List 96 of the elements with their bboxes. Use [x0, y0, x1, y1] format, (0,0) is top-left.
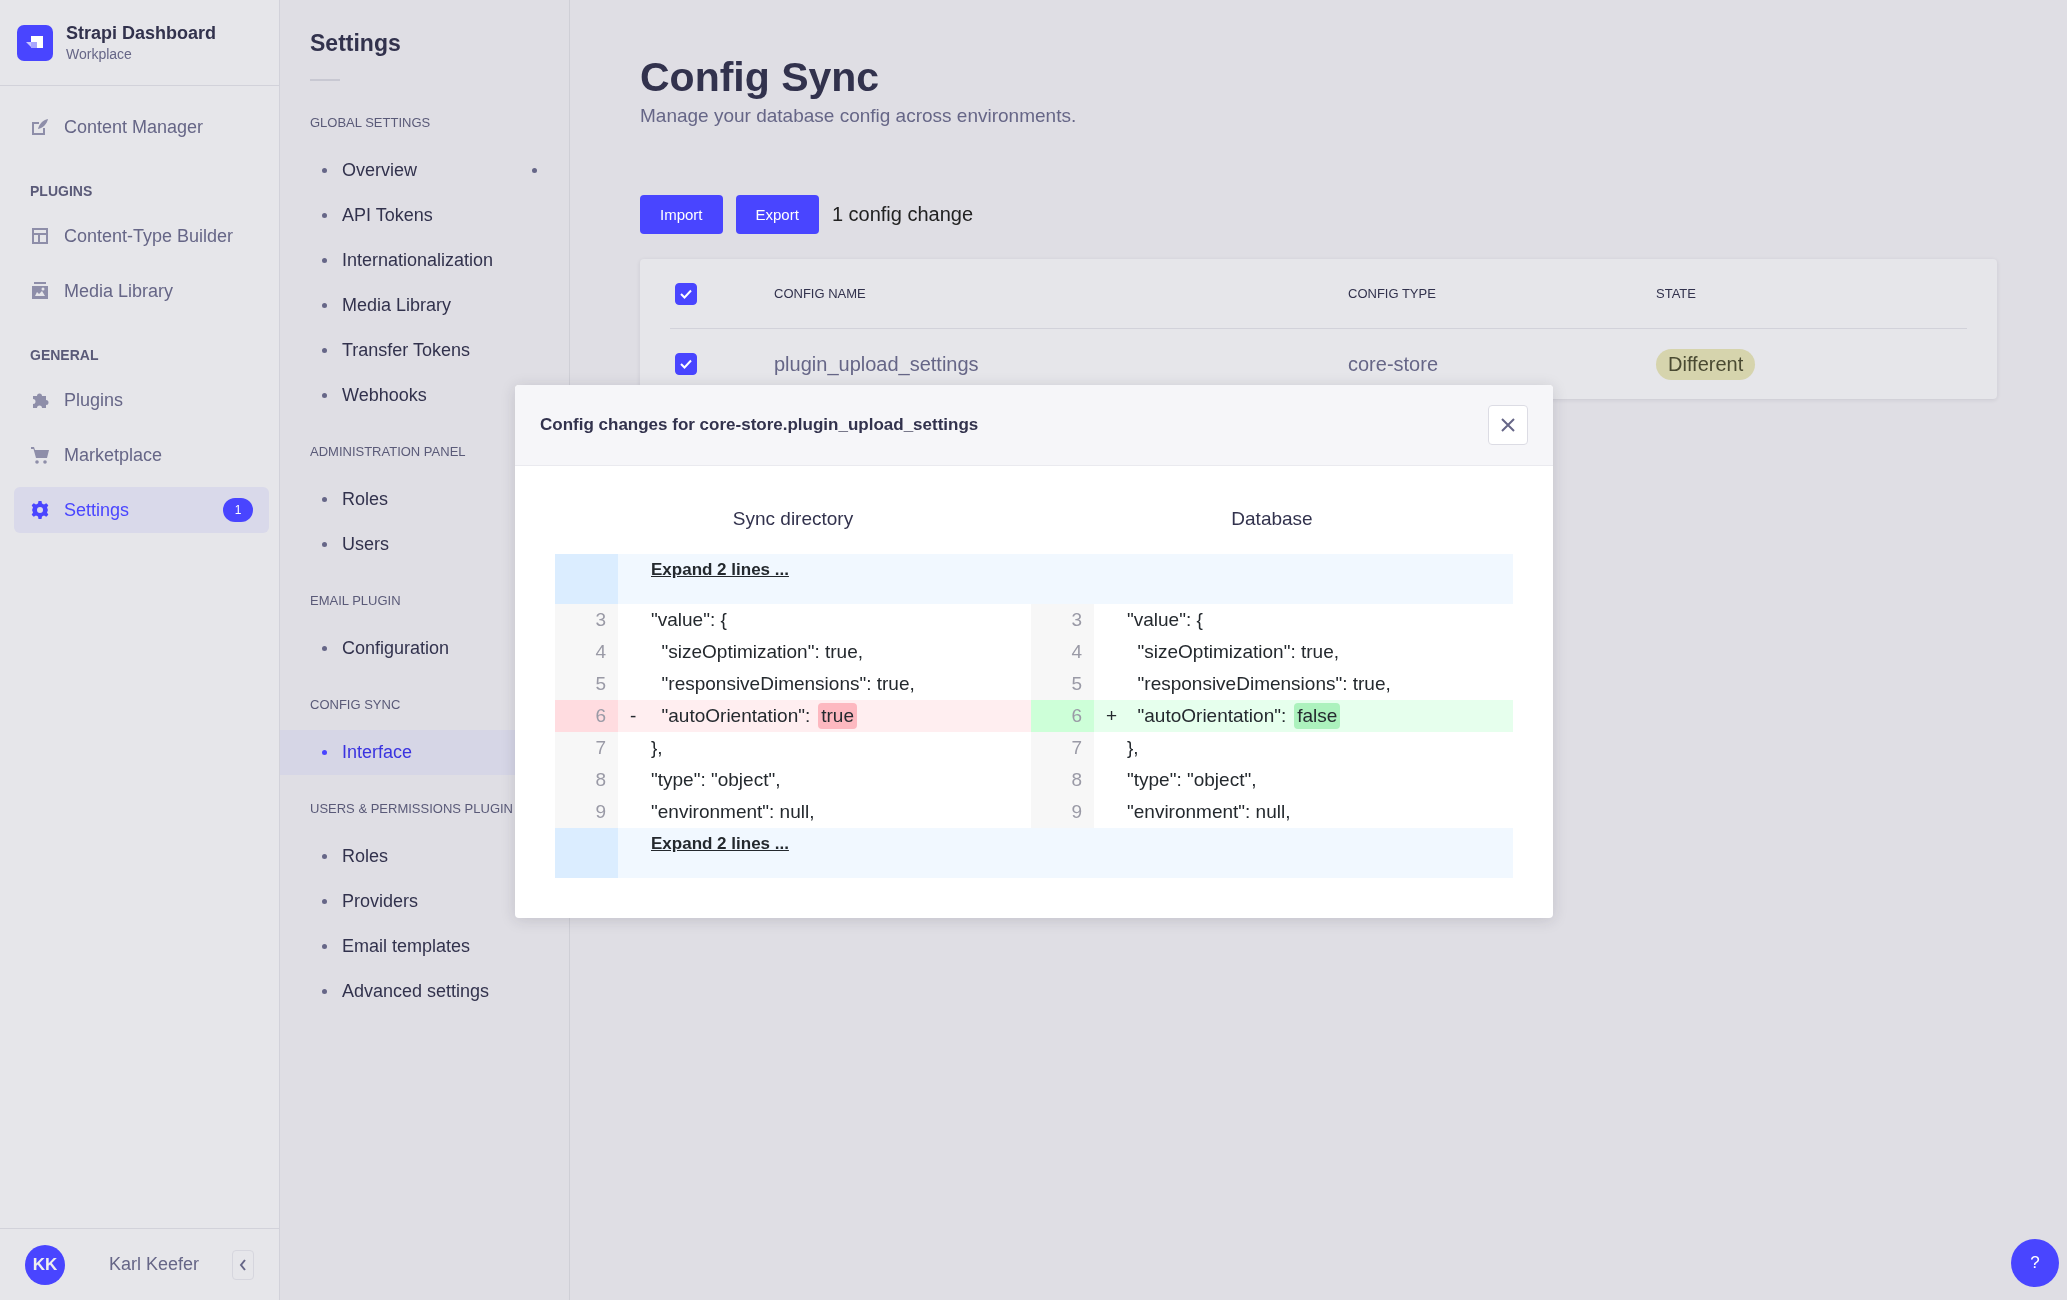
settings-section-title: CONFIG SYNC [310, 697, 401, 712]
close-button[interactable] [1488, 405, 1528, 445]
line-number: 8 [1031, 764, 1094, 796]
nav-section-title: PLUGINS [29, 182, 94, 201]
line-number: 9 [1031, 796, 1094, 828]
code-line: "value": { [651, 609, 727, 631]
workspace-name: Workplace [66, 46, 133, 62]
column-header: CONFIG TYPE [1348, 286, 1436, 301]
code-line: "autoOrientation": [1136, 705, 1287, 727]
row-checkbox[interactable] [675, 353, 697, 375]
changed-value: false [1294, 703, 1341, 729]
export-button[interactable]: Export [735, 195, 819, 234]
code-line: "environment": null, [1127, 801, 1291, 823]
state-tag: Different [1656, 348, 1756, 380]
code-line: "value": { [1127, 609, 1203, 631]
app-title: Strapi Dashboard [66, 23, 217, 44]
column-header: CONFIG NAME [774, 286, 866, 301]
settings-nav-item[interactable]: Email templates [280, 924, 569, 969]
settings-nav-item[interactable]: Advanced settings [280, 969, 569, 1014]
import-button[interactable]: Import [640, 195, 723, 234]
line-number: 4 [1031, 636, 1094, 668]
image-icon [30, 281, 50, 301]
settings-section-title: EMAIL PLUGIN [310, 593, 401, 608]
settings-icon [30, 500, 50, 520]
nav-section-title: GENERAL [29, 346, 100, 365]
code-line: "type": "object", [651, 769, 781, 791]
collapse-button[interactable] [232, 1249, 254, 1280]
nav-item[interactable]: Marketplace [14, 432, 269, 478]
close-icon [1500, 417, 1516, 433]
settings-nav-item[interactable]: Users [280, 522, 569, 567]
diff-marker: - [630, 705, 637, 726]
line-number: 4 [555, 636, 618, 668]
code-line: }, [651, 737, 663, 759]
expand-gutter [555, 554, 618, 604]
dialog-title: Config changes for core-store.plugin_upload_settings [540, 415, 979, 435]
settings-section-title: GLOBAL SETTINGS [310, 115, 431, 130]
code-line: "sizeOptimization": true, [1136, 641, 1339, 663]
code-line: "responsiveDimensions": true, [1136, 673, 1391, 695]
settings-nav-item[interactable]: Roles [280, 477, 569, 522]
settings-nav-item[interactable]: API Tokens [280, 193, 569, 238]
change-count: 1 config change [831, 203, 974, 226]
nav-item[interactable]: Settings 1 [14, 487, 269, 533]
code-line: "autoOrientation": [660, 705, 811, 727]
edit-icon [30, 117, 50, 137]
table-cell: core-store [1348, 352, 1439, 376]
code-line: "type": "object", [1127, 769, 1257, 791]
column-heading: Sync directory [732, 508, 854, 530]
settings-title: Settings [310, 30, 401, 57]
expand-link[interactable]: Expand 2 lines ... [651, 560, 789, 580]
settings-nav-item[interactable]: Transfer Tokens [280, 328, 569, 373]
layout-icon [30, 226, 50, 246]
code-line: }, [1127, 737, 1139, 759]
line-number: 8 [555, 764, 618, 796]
settings-section-title: USERS & PERMISSIONS PLUGIN [310, 801, 513, 816]
expand-link[interactable]: Expand 2 lines ... [651, 834, 789, 854]
nav-item[interactable]: Media Library [14, 268, 269, 314]
user-name: Karl Keefer [108, 1254, 201, 1275]
select-all-checkbox[interactable] [675, 282, 697, 305]
check-icon [680, 288, 692, 299]
line-number: 7 [1031, 732, 1094, 764]
notification-badge: 1 [223, 498, 253, 522]
cart-icon [30, 445, 50, 465]
column-header: STATE [1656, 286, 1696, 301]
changed-value: true [818, 703, 857, 729]
chevron-left-icon [239, 1258, 247, 1271]
page-title: Config Sync [640, 54, 880, 101]
line-number: 3 [1031, 604, 1094, 636]
settings-nav-item[interactable]: Roles [280, 834, 569, 879]
user-avatar[interactable]: KK [25, 1244, 65, 1285]
settings-nav-item[interactable]: Internationalization [280, 238, 569, 283]
settings-section-title: ADMINISTRATION PANEL [310, 444, 466, 459]
logo-icon [17, 24, 53, 61]
line-number: 3 [555, 604, 618, 636]
check-icon [680, 359, 692, 369]
nav-item[interactable]: Plugins [14, 377, 269, 423]
expand-gutter [555, 828, 618, 878]
nav-item[interactable]: Content-Type Builder [14, 213, 269, 259]
line-number: 7 [555, 732, 618, 764]
settings-nav-item[interactable]: Providers [280, 879, 569, 924]
line-number: 6 [1031, 700, 1094, 732]
table-cell: plugin_upload_settings [774, 352, 979, 376]
settings-nav-item[interactable]: Media Library [280, 283, 569, 328]
settings-nav-item[interactable]: Overview [280, 148, 569, 193]
code-line: "responsiveDimensions": true, [660, 673, 915, 695]
line-number: 5 [555, 668, 618, 700]
nav-item[interactable]: Content Manager [14, 104, 269, 150]
page-subtitle: Manage your database config across environments. [640, 105, 1077, 127]
code-line: "environment": null, [651, 801, 815, 823]
line-number: 9 [555, 796, 618, 828]
diff-marker: + [1106, 705, 1118, 726]
line-number: 5 [1031, 668, 1094, 700]
help-button[interactable]: ? [2011, 1239, 2059, 1287]
settings-nav-item[interactable]: Webhooks [280, 373, 569, 418]
code-line: "sizeOptimization": true, [660, 641, 863, 663]
line-number: 6 [555, 700, 618, 732]
column-heading: Database [1231, 508, 1313, 530]
